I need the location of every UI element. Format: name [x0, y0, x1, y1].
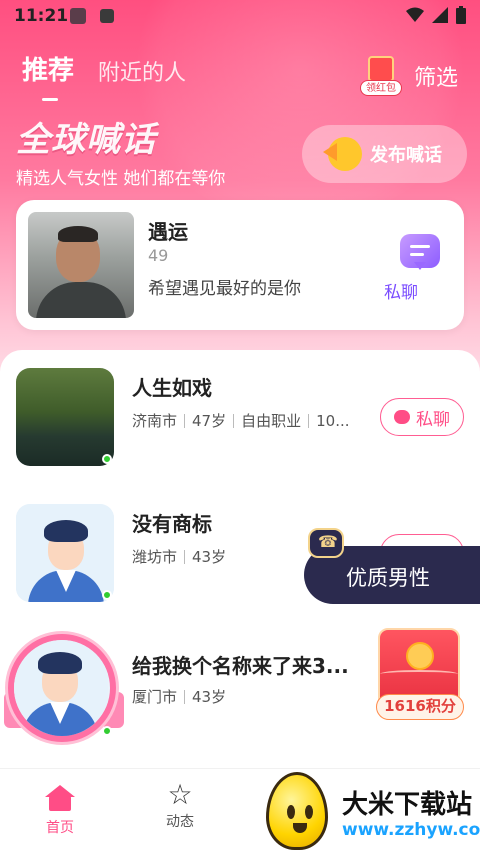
publish-shout-label: 发布喊话: [370, 145, 442, 166]
featured-private-chat-label[interactable]: 私聊: [384, 278, 418, 303]
featured-user-photo: [28, 212, 134, 318]
megaphone-emoji-icon: [323, 137, 362, 171]
red-packet-button[interactable]: 领红包: [360, 54, 402, 98]
app-notification-icon: [100, 9, 114, 23]
tab-nearby[interactable]: 附近的人: [98, 55, 186, 87]
nav-home[interactable]: 首页: [20, 779, 100, 837]
online-status-dot: [102, 726, 112, 736]
egg-mascot-icon: [266, 772, 328, 850]
battery-icon: [456, 6, 466, 24]
quality-male-label: 优质男性: [346, 566, 430, 590]
publish-shout-button[interactable]: 发布喊话: [302, 125, 467, 183]
online-status-dot: [102, 590, 112, 600]
banner-subtitle: 精选人气女性 她们都在等你: [16, 169, 226, 189]
featured-user-name: 遇运: [148, 220, 188, 244]
private-chat-label: 私聊: [416, 409, 450, 430]
user-name: 没有商标: [132, 512, 212, 536]
user-city: 厦门市: [132, 688, 178, 706]
nav-moments-label: 动态: [166, 814, 194, 830]
user-avatar[interactable]: [16, 504, 114, 602]
watermark-title: 大米下载站: [342, 790, 473, 820]
user-city: 潍坊市: [132, 548, 178, 566]
star-icon: ☆: [167, 778, 193, 811]
featured-user-message: 希望遇见最好的是你: [148, 279, 301, 299]
user-meta: 厦门市 43岁: [132, 686, 226, 707]
top-tabs: 推荐 附近的人: [22, 50, 186, 101]
red-packet-label: 领红包: [360, 80, 402, 96]
user-age: 43岁: [192, 688, 227, 706]
user-meta: 潍坊市 43岁: [132, 546, 226, 567]
featured-user-age: 49: [148, 246, 169, 265]
watermark-url: www.zzhyw.com: [342, 820, 480, 840]
chat-bubble-icon[interactable]: [398, 234, 442, 278]
user-avatar-frame[interactable]: [8, 634, 116, 742]
signal-icon: [432, 7, 448, 23]
private-chat-button[interactable]: 私聊: [380, 398, 464, 436]
notification-icon: [70, 8, 86, 24]
user-name: 人生如戏: [132, 376, 212, 400]
featured-user-card[interactable]: 遇运 49 希望遇见最好的是你: [16, 200, 464, 330]
red-packet-icon: [368, 56, 394, 82]
status-bar: 11:21: [0, 0, 480, 32]
online-status-dot: [102, 454, 112, 464]
user-meta: 济南市 47岁 自由职业 10...: [132, 410, 350, 431]
user-avatar[interactable]: [16, 368, 114, 466]
points-badge[interactable]: 1616积分: [376, 694, 464, 720]
user-city: 济南市: [132, 412, 178, 430]
wifi-icon: [406, 7, 424, 22]
home-icon: [45, 785, 75, 811]
heart-medal-icon: [406, 642, 434, 670]
tab-recommend[interactable]: 推荐: [22, 50, 74, 101]
user-age: 47岁: [192, 412, 227, 430]
status-icons: [406, 6, 466, 24]
phone-icon[interactable]: [308, 528, 344, 558]
user-occupation: 自由职业: [241, 412, 302, 430]
user-extra: 10...: [316, 411, 350, 430]
status-time: 11:21: [14, 6, 69, 26]
watermark: 大米下载站 www.zzhyw.com: [262, 770, 480, 853]
user-name: 给我换个名称来了来3...: [132, 654, 349, 678]
nav-home-label: 首页: [46, 820, 74, 836]
nav-moments[interactable]: ☆ 动态: [140, 779, 220, 831]
filter-button[interactable]: 筛选: [414, 60, 458, 92]
user-age: 43岁: [192, 548, 227, 566]
chat-icon: [394, 410, 410, 424]
banner-title: 全球喊话: [16, 120, 156, 160]
list-item[interactable]: 人生如戏 济南市 47岁 自由职业 10... 私聊: [0, 350, 480, 482]
